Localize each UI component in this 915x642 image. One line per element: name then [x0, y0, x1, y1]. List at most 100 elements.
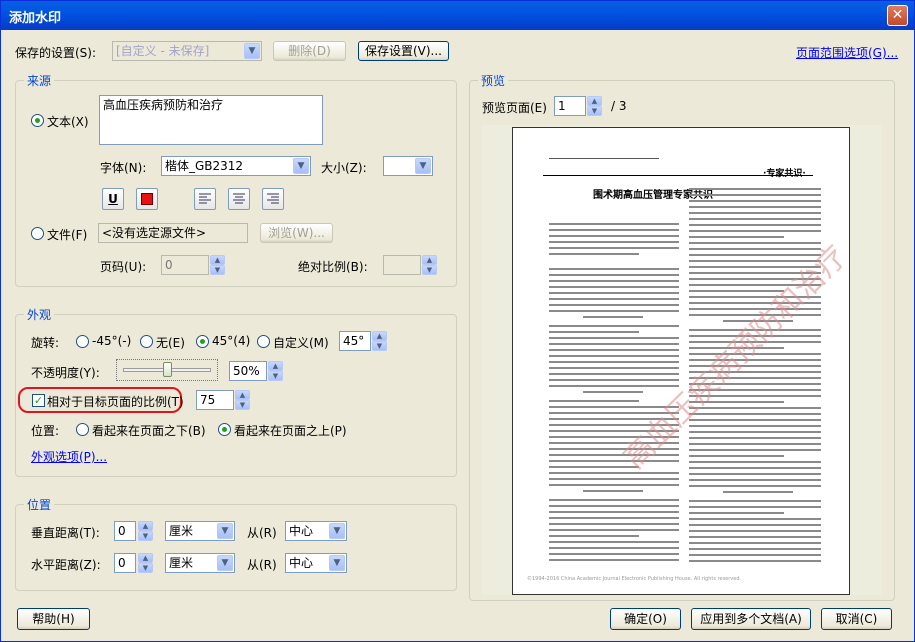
doc-text-line — [689, 554, 821, 556]
relative-scale-spinner[interactable]: ▲ ▼ — [235, 390, 250, 410]
horizontal-distance-value: 0 — [118, 556, 126, 570]
relative-scale-checkbox[interactable]: ✓ — [32, 394, 45, 407]
page-number-value: 0 — [165, 258, 173, 272]
horizontal-distance-field[interactable]: 0 — [114, 553, 136, 573]
doc-text-line — [549, 517, 679, 519]
absolute-scale-spinner[interactable]: ▲ ▼ — [422, 255, 437, 275]
doc-text-line — [689, 524, 821, 526]
rotation-custom-field[interactable]: 45° — [339, 331, 371, 351]
size-dropdown[interactable]: ▼ — [383, 156, 433, 176]
text-source-radio[interactable] — [31, 114, 44, 127]
vertical-distance-spinner[interactable]: ▲ ▼ — [138, 521, 153, 541]
save-settings-button[interactable]: 保存设置(V)... — [358, 41, 449, 61]
chevron-down-icon: ▼ — [329, 523, 345, 539]
preview-page-field[interactable]: 1 — [554, 96, 586, 116]
doc-text-line — [549, 325, 679, 327]
opacity-slider-thumb[interactable] — [163, 362, 172, 377]
rotation-custom-label: 自定义(M) — [273, 336, 329, 350]
rotation-minus45-radio[interactable] — [76, 335, 89, 348]
doc-text-line — [549, 253, 639, 255]
doc-header-rule — [543, 175, 813, 176]
chevron-down-icon: ▼ — [329, 555, 345, 571]
doc-text-line — [689, 431, 821, 433]
rotation-custom-radio[interactable] — [257, 335, 270, 348]
doc-text-line — [549, 541, 679, 543]
horizontal-unit-dropdown[interactable]: 厘米 ▼ — [165, 553, 235, 573]
doc-text-line — [689, 212, 821, 214]
behind-page-radio[interactable] — [76, 423, 89, 436]
doc-text-line — [549, 349, 679, 351]
browse-button[interactable]: 浏览(W)... — [260, 223, 333, 243]
vertical-from-dropdown[interactable]: 中心 ▼ — [285, 521, 347, 541]
source-group-title: 来源 — [24, 72, 55, 89]
source-file-value: <没有选定源文件> — [102, 226, 207, 240]
relative-scale-value: 75 — [200, 393, 216, 407]
rotation-custom-value: 45° — [343, 334, 365, 348]
opacity-spinner[interactable]: ▲ ▼ — [268, 361, 283, 381]
appearance-options-link[interactable]: 外观选项(P)... — [31, 448, 107, 465]
align-right-icon — [267, 193, 279, 204]
ok-button[interactable]: 确定(O) — [610, 608, 681, 630]
page-number-field[interactable]: 0 — [161, 255, 209, 275]
opacity-slider[interactable] — [116, 359, 218, 381]
relative-scale-label: 相对于目标页面的比例(T) — [47, 395, 184, 409]
delete-button[interactable]: 删除(D) — [273, 41, 346, 61]
page-range-options-link[interactable]: 页面范围选项(G)... — [796, 44, 898, 61]
behind-page-label: 看起来在页面之下(B) — [92, 424, 206, 438]
doc-text-line — [549, 355, 679, 357]
doc-text-line — [549, 505, 679, 507]
doc-text-line — [549, 460, 679, 462]
front-page-radio[interactable] — [218, 423, 231, 436]
chevron-down-icon: ▼ — [217, 555, 233, 571]
opacity-field[interactable]: 50% — [229, 361, 267, 381]
doc-text-line — [689, 473, 821, 475]
align-right-button[interactable] — [262, 188, 284, 210]
font-dropdown[interactable]: 楷体_GB2312 ▼ — [161, 156, 311, 176]
font-value: 楷体_GB2312 — [165, 159, 244, 173]
horizontal-from-value: 中心 — [289, 556, 314, 570]
rotation-45-radio[interactable] — [196, 335, 209, 348]
absolute-scale-field[interactable] — [383, 255, 421, 275]
underline-button[interactable]: U — [102, 188, 124, 210]
doc-text-line — [689, 200, 821, 202]
page-number-spinner[interactable]: ▲ ▼ — [210, 255, 225, 275]
doc-text-line — [689, 419, 821, 421]
saved-settings-dropdown[interactable]: [自定义 - 未保存] ▼ — [112, 41, 262, 61]
doc-text-line — [689, 461, 821, 463]
relative-scale-field[interactable]: 75 — [196, 390, 234, 410]
front-page-label: 看起来在页面之上(P) — [234, 424, 347, 438]
vertical-unit-value: 厘米 — [169, 524, 194, 538]
color-button[interactable] — [136, 188, 158, 210]
file-source-radio[interactable] — [31, 227, 44, 240]
watermark-text-input[interactable]: 高血压疾病预防和治疗 — [99, 95, 323, 145]
horizontal-distance-spinner[interactable]: ▲ ▼ — [138, 553, 153, 573]
rotation-none-radio[interactable] — [140, 335, 153, 348]
doc-text-line — [549, 373, 679, 375]
chevron-down-icon: ▼ — [293, 158, 309, 174]
align-center-button[interactable] — [228, 188, 250, 210]
position-group: 位置 — [15, 496, 457, 591]
saved-settings-value: [自定义 - 未保存] — [116, 44, 210, 58]
doc-text-line — [689, 500, 821, 502]
close-button[interactable]: ✕ — [887, 5, 908, 26]
vertical-unit-dropdown[interactable]: 厘米 ▼ — [165, 521, 235, 541]
horizontal-from-dropdown[interactable]: 中心 ▼ — [285, 553, 347, 573]
vertical-distance-field[interactable]: 0 — [114, 521, 136, 541]
preview-page-spinner[interactable]: ▲ ▼ — [587, 96, 602, 116]
align-left-button[interactable] — [194, 188, 216, 210]
doc-text-line — [549, 400, 639, 402]
rotation-spinner[interactable]: ▲ ▼ — [372, 331, 387, 351]
saved-settings-label: 保存的设置(S): — [15, 46, 97, 60]
align-center-icon — [233, 193, 245, 204]
doc-text-line — [689, 425, 821, 427]
source-file-field[interactable]: <没有选定源文件> — [98, 223, 248, 243]
doc-text-line — [689, 455, 784, 457]
cancel-button[interactable]: 取消(C) — [821, 608, 892, 630]
horizontal-from-label: 从(R) — [247, 558, 277, 572]
doc-text-line — [689, 248, 821, 250]
doc-text-line — [689, 218, 821, 220]
help-button[interactable]: 帮助(H) — [17, 608, 90, 630]
doc-text-line — [549, 472, 679, 474]
apply-to-multiple-button[interactable]: 应用到多个文档(A) — [691, 608, 811, 630]
preview-page-label: 预览页面(E) — [482, 101, 547, 115]
